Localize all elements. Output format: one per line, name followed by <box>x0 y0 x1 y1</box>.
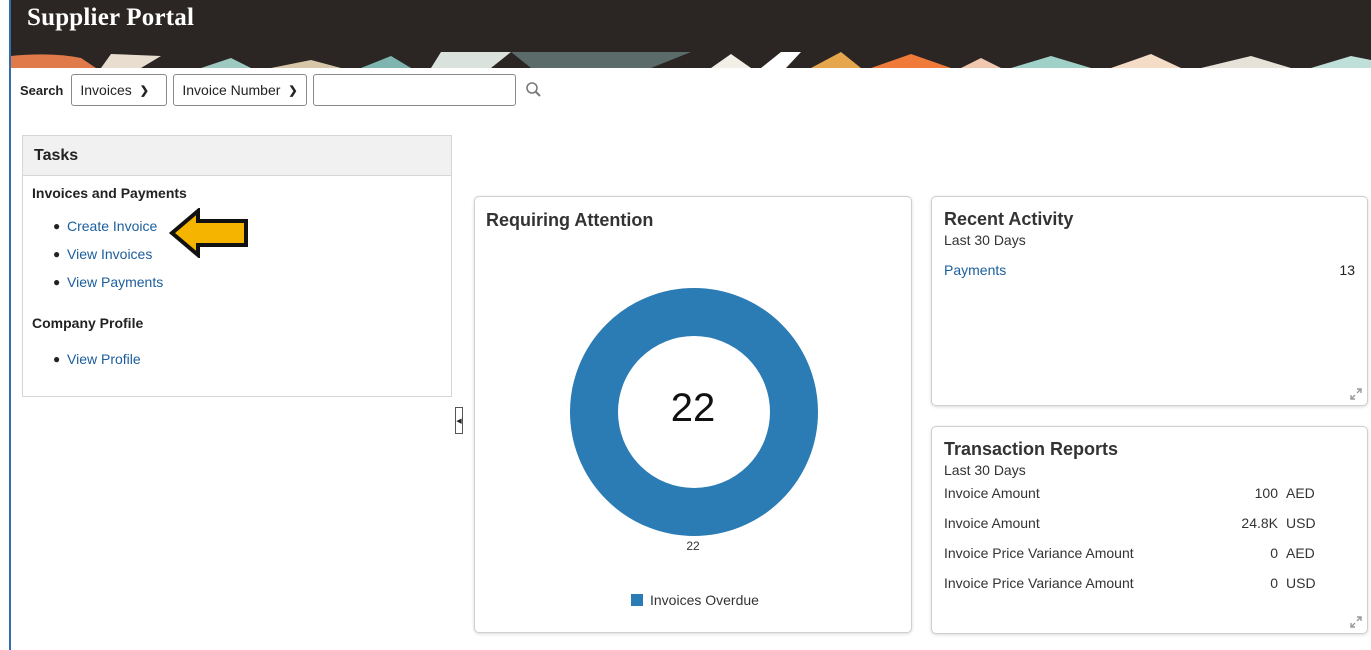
requiring-attention-card: Requiring Attention 22 22 Invoices Overd… <box>474 196 912 633</box>
row-label: Invoice Price Variance Amount <box>944 575 1134 591</box>
row-currency: USD <box>1286 575 1316 591</box>
search-bar: Search Invoices ❯ Invoice Number ❯ <box>20 73 546 107</box>
recent-row-payments: Payments 13 <box>944 262 1355 278</box>
view-profile-link[interactable]: View Profile <box>67 351 141 367</box>
row-currency: USD <box>1286 515 1316 531</box>
bullet: ● <box>53 219 61 233</box>
search-field-select[interactable]: Invoice Number ❯ <box>173 74 308 106</box>
task-list-profile: ● View Profile <box>23 345 451 373</box>
chevron-down-icon: ❯ <box>288 84 298 97</box>
row-label: Invoice Amount <box>944 485 1040 501</box>
legend-label: Invoices Overdue <box>650 592 759 608</box>
transaction-reports-card: Transaction Reports Last 30 Days Invoice… <box>931 426 1368 634</box>
row-value: 0 <box>1270 545 1278 561</box>
row-value: 24.8K <box>1241 515 1278 531</box>
task-item-view-invoices: ● View Invoices <box>53 240 451 268</box>
bullet: ● <box>53 352 61 366</box>
table-row[interactable]: Invoice Price Variance Amount 0 AED <box>944 538 1355 568</box>
donut-center-value: 22 <box>670 386 716 430</box>
task-item-view-payments: ● View Payments <box>53 268 451 296</box>
row-value: 100 <box>1254 485 1278 501</box>
view-invoices-link[interactable]: View Invoices <box>67 246 152 262</box>
bullet: ● <box>53 247 61 261</box>
caret-left-icon: ◀ <box>456 417 462 425</box>
table-row[interactable]: Invoice Amount 100 AED <box>944 478 1355 508</box>
row-currency: AED <box>1286 485 1315 501</box>
left-accent-border <box>9 0 11 650</box>
collapse-panel-handle[interactable]: ◀ <box>455 407 463 434</box>
search-category-value: Invoices <box>80 82 132 98</box>
recent-activity-title: Recent Activity <box>944 209 1074 229</box>
chart-legend: Invoices Overdue <box>631 592 759 608</box>
recent-activity-subtitle: Last 30 Days <box>944 232 1026 248</box>
tasks-panel: Tasks Invoices and Payments ● Create Invo… <box>22 135 452 397</box>
expand-icon[interactable] <box>1349 387 1363 401</box>
pointer-arrow-icon <box>168 208 248 258</box>
recent-activity-card: Recent Activity Last 30 Days Payments 13 <box>931 196 1368 406</box>
requiring-attention-title: Requiring Attention <box>486 210 654 230</box>
table-row[interactable]: Invoice Price Variance Amount 0 USD <box>944 568 1355 598</box>
row-value: 0 <box>1270 575 1278 591</box>
task-item-view-profile: ● View Profile <box>53 345 451 373</box>
search-label: Search <box>20 82 64 98</box>
table-row[interactable]: Invoice Amount 24.8K USD <box>944 508 1355 538</box>
tasks-header: Tasks <box>23 136 451 176</box>
chevron-down-icon: ❯ <box>139 84 149 97</box>
legend-swatch <box>631 594 643 606</box>
create-invoice-link[interactable]: Create Invoice <box>67 218 157 234</box>
search-category-select[interactable]: Invoices ❯ <box>71 74 168 106</box>
portal-title: Supplier Portal <box>27 4 195 31</box>
section-title-invoices-payments: Invoices and Payments <box>32 185 187 201</box>
row-currency: AED <box>1286 545 1315 561</box>
search-field-value: Invoice Number <box>182 82 281 98</box>
donut-slice-label: 22 <box>686 539 700 553</box>
transaction-reports-title: Transaction Reports <box>944 439 1119 459</box>
search-input[interactable] <box>313 74 517 106</box>
payments-link[interactable]: Payments <box>944 262 1006 278</box>
expand-icon[interactable] <box>1349 615 1363 629</box>
section-title-company-profile: Company Profile <box>32 315 144 331</box>
transaction-reports-subtitle: Last 30 Days <box>944 462 1026 478</box>
row-label: Invoice Amount <box>944 515 1040 531</box>
payments-count: 13 <box>1339 262 1355 278</box>
page-header: Supplier Portal <box>11 0 1371 52</box>
row-label: Invoice Price Variance Amount <box>944 545 1134 561</box>
view-payments-link[interactable]: View Payments <box>67 274 163 290</box>
task-item-create-invoice: ● Create Invoice <box>53 212 451 240</box>
bullet: ● <box>53 275 61 289</box>
decorative-banner <box>11 52 1371 68</box>
search-icon[interactable] <box>522 78 546 102</box>
